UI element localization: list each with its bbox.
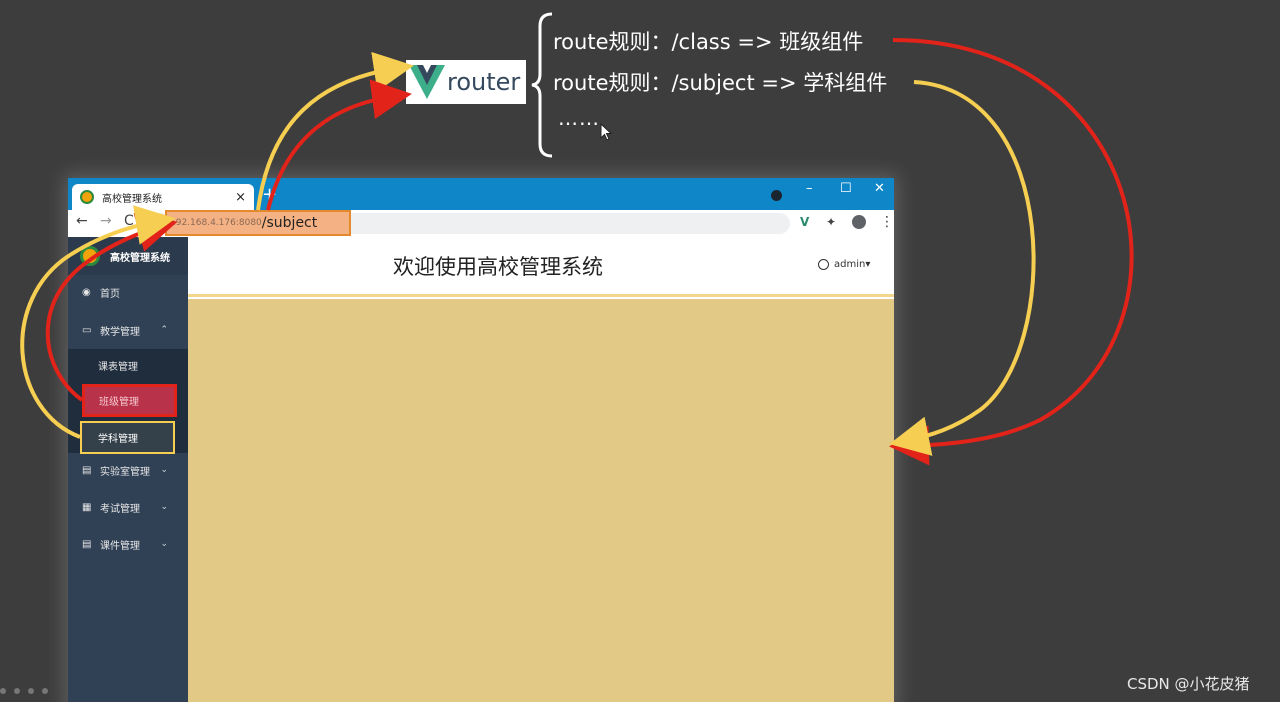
bottom-dots bbox=[0, 688, 48, 694]
window-close-button[interactable]: ✕ bbox=[874, 181, 885, 196]
user-label: admin▾ bbox=[834, 259, 871, 270]
app-sidebar: 高校管理系统 ◉ 首页 ▭ 教学管理 ⌃ 课表管理 ▤ 实验室管理 ⌄ ▦ 考试… bbox=[68, 237, 188, 702]
chevron-up-icon: ⌃ bbox=[160, 325, 168, 335]
address-path: /subject bbox=[261, 215, 318, 231]
tab-title: 高校管理系统 bbox=[102, 193, 162, 205]
sidebar-subitem-subject[interactable]: 学科管理 bbox=[80, 421, 175, 454]
browser-tab[interactable]: 高校管理系统 × bbox=[72, 184, 254, 210]
browser-window: 高校管理系统 × + – ☐ ✕ ← → C V ✦ ⋮ 高校管理系统 ◉ 首页… bbox=[68, 178, 894, 702]
sidebar-item-teaching[interactable]: ▭ 教学管理 ⌃ bbox=[68, 313, 188, 347]
sidebar-item-label: 实验室管理 bbox=[100, 466, 150, 478]
brand-title: 高校管理系统 bbox=[110, 252, 170, 264]
sidebar-item-home[interactable]: ◉ 首页 bbox=[68, 275, 188, 309]
file-icon: ▤ bbox=[82, 538, 92, 550]
user-menu[interactable]: admin▾ bbox=[818, 259, 870, 270]
sidebar-item-label: 课表管理 bbox=[98, 361, 138, 373]
address-host: 192.168.4.176:8080 bbox=[170, 218, 262, 228]
app-header: 欢迎使用高校管理系统 admin▾ bbox=[188, 237, 894, 297]
router-logo-text: router bbox=[447, 68, 521, 96]
sidebar-item-label: 课件管理 bbox=[100, 540, 140, 552]
new-tab-button[interactable]: + bbox=[262, 184, 277, 206]
profile-icon[interactable] bbox=[852, 215, 866, 229]
sidebar-subitem-class[interactable]: 班级管理 bbox=[82, 384, 177, 417]
vue-devtools-icon[interactable]: V bbox=[800, 216, 812, 228]
route-rule-class: route规则：/class => 班级组件 bbox=[553, 30, 864, 54]
record-icon bbox=[771, 190, 782, 201]
sidebar-item-lab[interactable]: ▤ 实验室管理 ⌄ bbox=[68, 453, 188, 487]
sidebar-item-courseware[interactable]: ▤ 课件管理 ⌄ bbox=[68, 527, 188, 561]
extension-icons: V ✦ ⋮ bbox=[800, 214, 894, 230]
curly-brace bbox=[531, 12, 553, 158]
dashboard-icon: ◉ bbox=[82, 286, 91, 298]
document-icon: ▤ bbox=[82, 464, 92, 476]
browser-titlebar: 高校管理系统 × + – ☐ ✕ bbox=[68, 178, 894, 210]
router-view-area bbox=[188, 299, 894, 702]
route-rule-subject: route规则：/subject => 学科组件 bbox=[553, 71, 888, 95]
watermark: CSDN @小花皮猪 bbox=[1127, 675, 1250, 693]
sidebar-item-label: 班级管理 bbox=[99, 397, 139, 408]
mouse-cursor-icon bbox=[600, 123, 612, 141]
arrow-rule-class-to-content-red bbox=[889, 38, 1134, 466]
back-button[interactable]: ← bbox=[76, 213, 88, 229]
sidebar-subitem-schedule[interactable]: 课表管理 bbox=[68, 349, 188, 381]
sidebar-item-exam[interactable]: ▦ 考试管理 ⌄ bbox=[68, 490, 188, 524]
forward-button[interactable]: → bbox=[100, 213, 112, 229]
vue-router-logo: router bbox=[406, 60, 526, 104]
sidebar-item-label: 首页 bbox=[100, 288, 120, 300]
app-brand: 高校管理系统 bbox=[68, 237, 188, 275]
app-logo-icon bbox=[80, 246, 100, 266]
arrow-rule-subject-to-content-yellow bbox=[889, 80, 1036, 456]
chevron-down-icon: ⌄ bbox=[160, 465, 168, 475]
sidebar-item-label: 考试管理 bbox=[100, 503, 140, 515]
chevron-down-icon: ⌄ bbox=[160, 539, 168, 549]
monitor-icon: ▭ bbox=[82, 324, 92, 336]
favicon-icon bbox=[80, 190, 94, 204]
tab-close-icon[interactable]: × bbox=[235, 190, 246, 205]
kebab-menu-icon[interactable]: ⋮ bbox=[880, 214, 894, 230]
app-main: 欢迎使用高校管理系统 admin▾ bbox=[188, 237, 894, 702]
user-icon bbox=[818, 259, 829, 270]
route-rule-more: …… bbox=[558, 106, 600, 130]
sidebar-item-label: 教学管理 bbox=[100, 326, 140, 338]
vue-logo-icon bbox=[409, 65, 445, 99]
maximize-button[interactable]: ☐ bbox=[840, 181, 852, 196]
chevron-down-icon: ⌄ bbox=[160, 502, 168, 512]
sidebar-item-label: 学科管理 bbox=[98, 434, 138, 445]
page-title: 欢迎使用高校管理系统 bbox=[393, 255, 603, 279]
address-url-highlight[interactable]: 192.168.4.176:8080 /subject bbox=[165, 210, 351, 236]
clipboard-icon: ▦ bbox=[82, 501, 92, 513]
minimize-button[interactable]: – bbox=[806, 181, 813, 196]
puzzle-icon[interactable]: ✦ bbox=[826, 216, 838, 228]
reload-button[interactable]: C bbox=[124, 213, 134, 229]
